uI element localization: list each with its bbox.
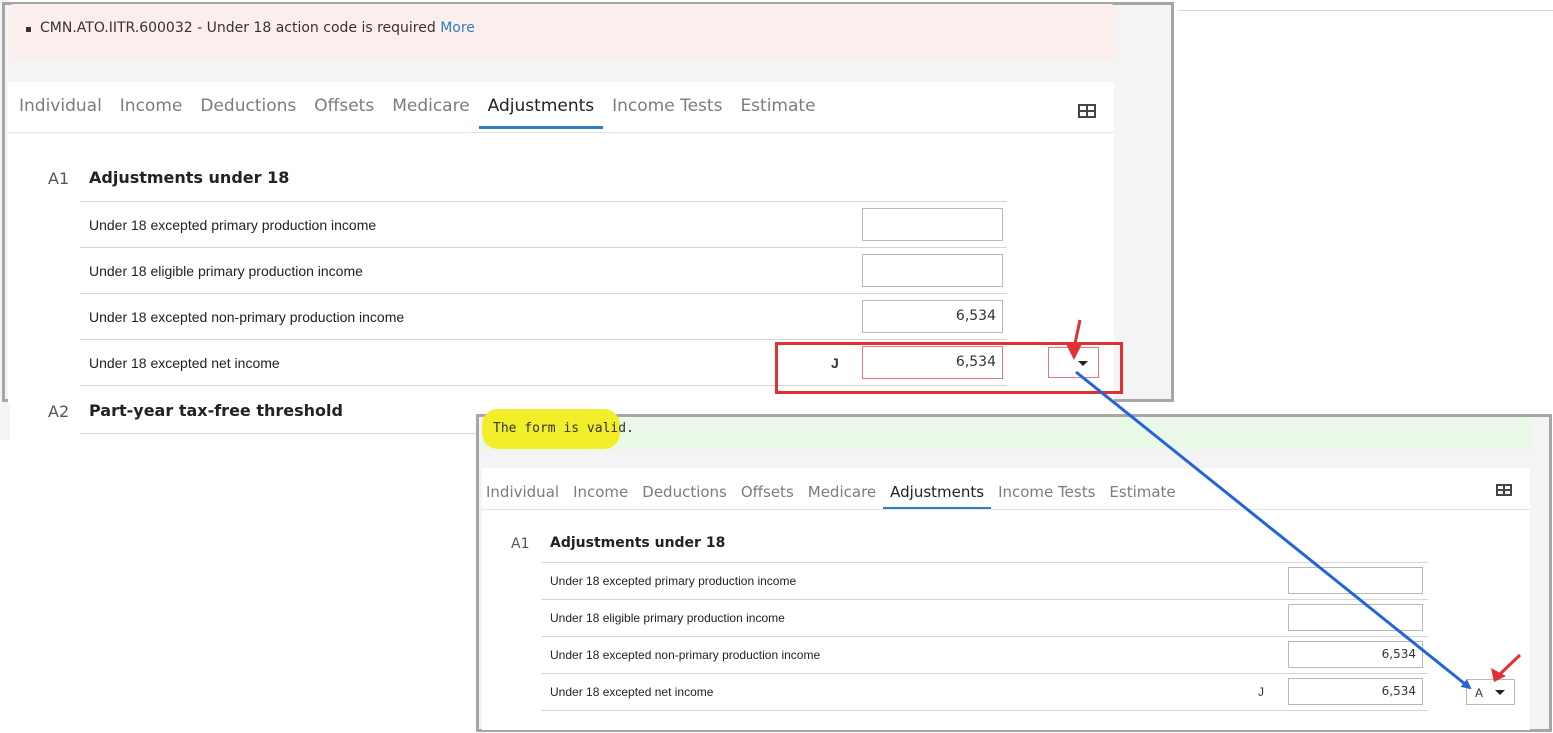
- annotation-overlay: [1066, 319, 1522, 690]
- red-arrow-top: [1066, 319, 1082, 360]
- red-arrow-bottom: [1491, 653, 1522, 682]
- blue-arrow: [1075, 370, 1472, 690]
